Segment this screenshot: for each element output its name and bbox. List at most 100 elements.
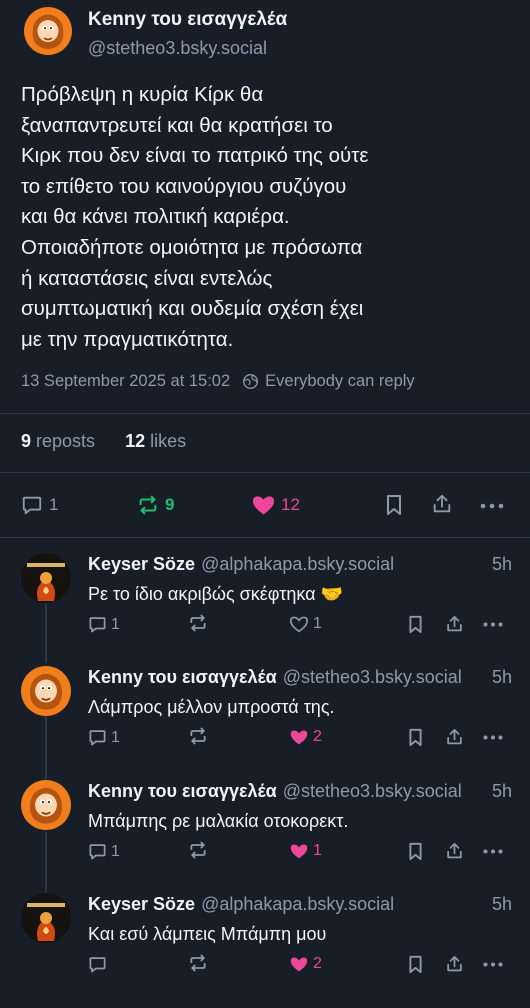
repost-button[interactable]	[188, 613, 212, 633]
reply-button[interactable]: 1	[88, 728, 120, 747]
like-button[interactable]: 2	[289, 728, 322, 746]
repost-arrows-icon	[190, 954, 206, 972]
reply-avatar[interactable]	[21, 666, 71, 716]
more-options-button[interactable]	[483, 962, 503, 967]
share-icon	[447, 956, 462, 972]
ellipsis-icon	[483, 962, 503, 967]
share-button[interactable]	[445, 727, 464, 747]
like-count: 12	[281, 495, 300, 514]
repost-arrows-icon	[190, 727, 206, 745]
likes-stat[interactable]: 12 likes	[125, 431, 186, 451]
speech-bubble-icon	[89, 844, 106, 860]
reply-time[interactable]: 5h	[492, 894, 512, 915]
reply-actions: 1 1	[0, 840, 530, 864]
reply-button[interactable]: 1	[88, 615, 120, 634]
like-button[interactable]: 2	[289, 955, 322, 973]
reply-actions: 1 2	[0, 726, 530, 750]
more-options-button[interactable]	[483, 622, 503, 627]
share-icon	[447, 616, 462, 632]
repost-count: 9	[165, 495, 175, 514]
divider	[0, 537, 530, 538]
reply-time[interactable]: 5h	[492, 667, 512, 688]
heart-icon	[289, 616, 309, 633]
reply-avatar[interactable]	[21, 553, 71, 603]
repost-button[interactable]	[188, 726, 212, 746]
reply-author-handle[interactable]: @alphakapa.bsky.social	[201, 554, 486, 575]
like-count: 2	[313, 728, 322, 745]
reply-text: Λάμπρος μέλλον μπροστά της.	[88, 697, 335, 717]
like-button[interactable]: 1	[289, 842, 322, 860]
divider	[0, 472, 530, 473]
share-button[interactable]	[445, 954, 464, 974]
heart-icon	[252, 496, 275, 515]
bookmark-icon	[409, 842, 422, 861]
divider	[0, 413, 530, 414]
bookmark-icon	[409, 955, 422, 974]
reply-text: Μπάμπης ρε μαλακία οτοκορεκτ.	[88, 811, 349, 831]
more-options-button[interactable]	[483, 735, 503, 740]
author-avatar[interactable]	[24, 7, 72, 55]
author-name[interactable]: Kenny του εισαγγελέα	[88, 9, 287, 31]
reply-author-name[interactable]: Kenny του εισαγγελέα	[88, 667, 277, 688]
reply-avatar[interactable]	[21, 893, 71, 943]
bookmark-button[interactable]	[407, 728, 424, 747]
bookmark-icon	[409, 615, 422, 634]
speech-bubble-icon	[89, 617, 106, 633]
more-options-button[interactable]	[480, 503, 504, 509]
post-timestamp[interactable]: 13 September 2025 at 15:02	[21, 372, 230, 391]
reply-author-name[interactable]: Keyser Söze	[88, 554, 195, 575]
reply-button[interactable]: 1	[21, 494, 58, 516]
reply-button[interactable]	[88, 955, 111, 974]
share-icon	[447, 729, 462, 745]
reply-count: 1	[111, 842, 120, 860]
reply-author-name[interactable]: Keyser Söze	[88, 894, 195, 915]
repost-arrows-icon	[190, 841, 206, 859]
heart-icon	[290, 957, 308, 972]
post-meta: 13 September 2025 at 15:02 Everybody can…	[21, 372, 415, 391]
share-button[interactable]	[445, 841, 464, 861]
repost-button[interactable]: 9	[137, 494, 174, 516]
reply-count: 1	[111, 728, 120, 746]
reply-text: Και εσύ λάμπεις Μπάμπη μου	[88, 924, 327, 944]
reply-item[interactable]: Keyser Söze @alphakapa.bsky.social 5h Ρε…	[0, 553, 530, 668]
reply-button[interactable]: 1	[88, 842, 120, 861]
speech-bubble-icon	[89, 957, 106, 973]
reply-author-name[interactable]: Kenny του εισαγγελέα	[88, 781, 277, 802]
reply-item[interactable]: Kenny του εισαγγελέα @stetheo3.bsky.soci…	[0, 666, 530, 781]
ellipsis-icon	[483, 735, 503, 740]
reply-author-handle[interactable]: @stetheo3.bsky.social	[283, 781, 486, 802]
like-button[interactable]: 12	[252, 494, 300, 516]
reply-author-handle[interactable]: @alphakapa.bsky.social	[201, 894, 486, 915]
reply-setting[interactable]: Everybody can reply	[265, 372, 415, 391]
reply-time[interactable]: 5h	[492, 781, 512, 802]
repost-button[interactable]	[188, 953, 212, 973]
reply-time[interactable]: 5h	[492, 554, 512, 575]
reply-actions: 1 1	[0, 613, 530, 637]
bookmark-button[interactable]	[407, 842, 424, 861]
bookmark-button[interactable]	[384, 494, 404, 516]
heart-icon	[290, 844, 308, 859]
main-post: Kenny του εισαγγελέα @stetheo3.bsky.soci…	[0, 0, 530, 538]
engagement-stats: 9 reposts 12 likes	[21, 431, 186, 452]
repost-button[interactable]	[188, 840, 212, 860]
reply-header: Keyser Söze @alphakapa.bsky.social 5h	[88, 554, 512, 575]
globe-icon	[243, 374, 259, 389]
reply-count: 1	[111, 615, 120, 633]
share-button[interactable]	[445, 614, 464, 634]
share-icon	[433, 494, 451, 513]
bookmark-button[interactable]	[407, 955, 424, 974]
repost-arrows-icon	[190, 614, 206, 632]
reposts-stat[interactable]: 9 reposts	[21, 431, 95, 451]
reply-text: Ρε το ίδιο ακριβώς σκέφτηκα 🤝	[88, 584, 343, 604]
like-count: 1	[313, 615, 322, 632]
reply-item[interactable]: Keyser Söze @alphakapa.bsky.social 5h Κα…	[0, 893, 530, 1008]
like-button[interactable]: 1	[289, 615, 322, 633]
more-options-button[interactable]	[483, 849, 503, 854]
reply-author-handle[interactable]: @stetheo3.bsky.social	[283, 667, 486, 688]
bookmark-icon	[387, 495, 401, 515]
reply-item[interactable]: Kenny του εισαγγελέα @stetheo3.bsky.soci…	[0, 780, 530, 895]
share-button[interactable]	[431, 493, 453, 515]
author-handle[interactable]: @stetheo3.bsky.social	[88, 38, 267, 59]
reply-avatar[interactable]	[21, 780, 71, 830]
bookmark-button[interactable]	[407, 615, 424, 634]
